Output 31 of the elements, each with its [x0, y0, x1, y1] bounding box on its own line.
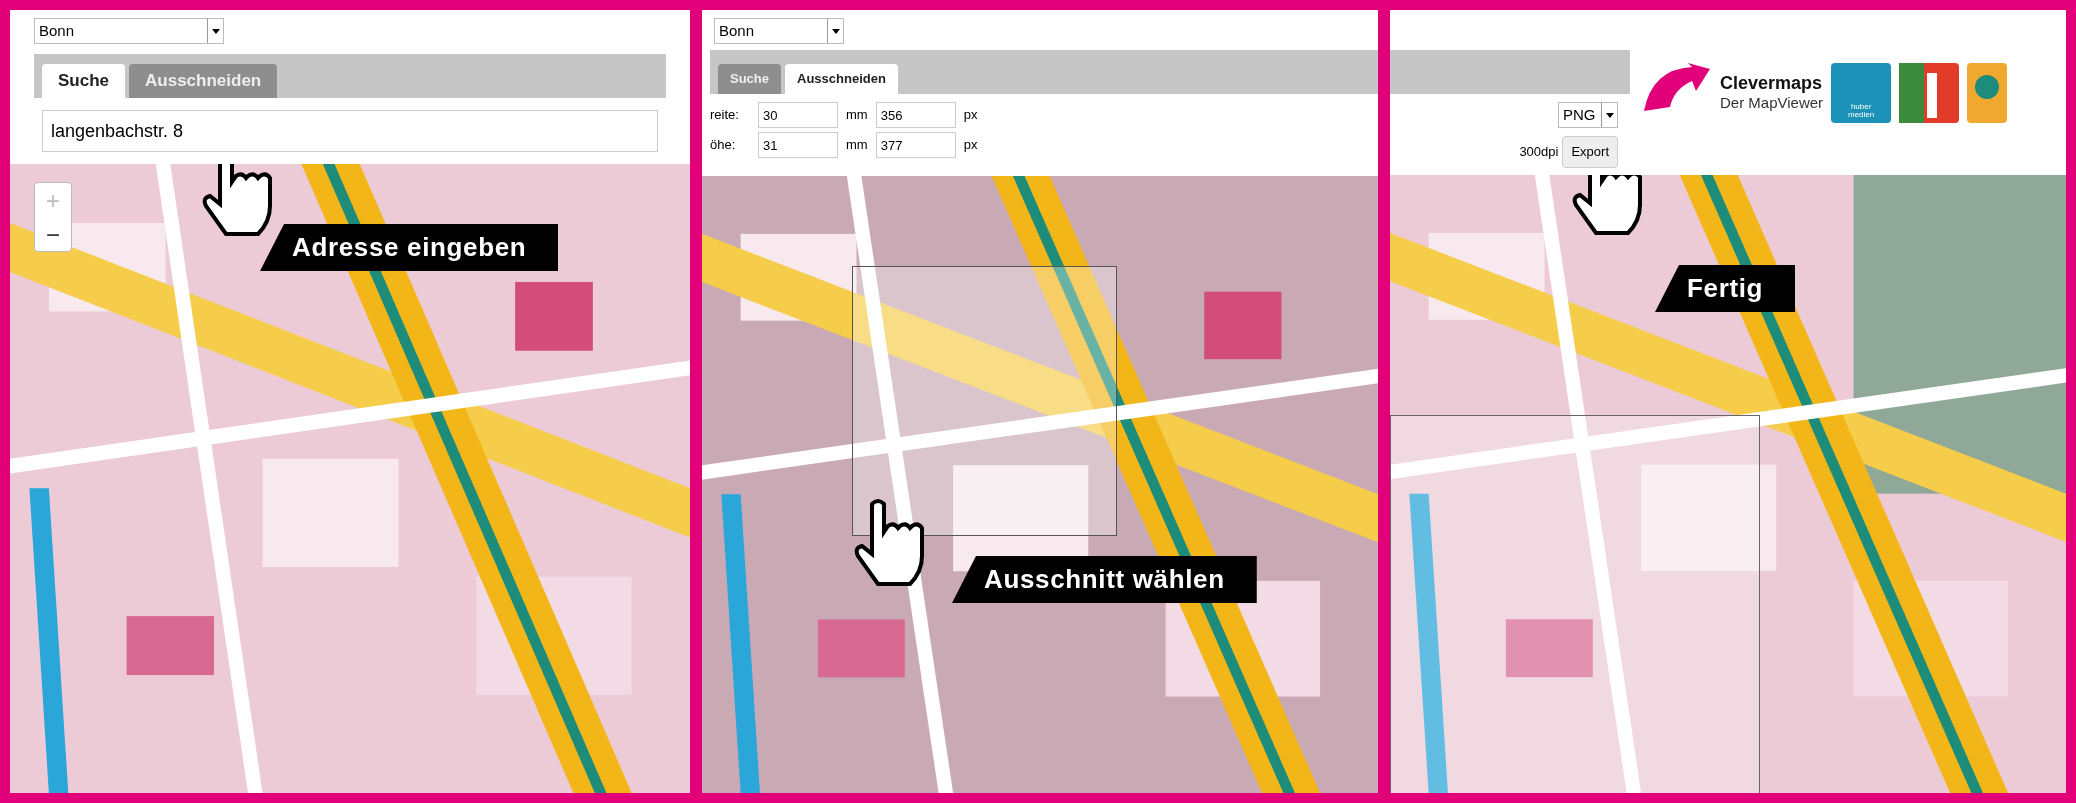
badge-text: huber medien — [1847, 102, 1876, 119]
app-tile-icon — [1899, 62, 1960, 123]
field-label: öhe: — [710, 136, 737, 155]
caret-icon — [207, 19, 223, 43]
mm-field[interactable]: 30 — [758, 102, 838, 128]
mm-field[interactable]: 31 — [758, 132, 838, 158]
zoom-out-button[interactable]: − — [35, 217, 71, 251]
px-field[interactable]: 377 — [875, 132, 956, 158]
logo-title: Clevermaps — [1720, 71, 1824, 95]
unit-label: px — [963, 106, 978, 125]
city-select[interactable]: Bonn — [714, 18, 844, 44]
callout-label: Fertig — [1655, 265, 1796, 312]
search-field[interactable]: langenbachstr. 8 — [42, 110, 658, 152]
export-button[interactable]: Export — [1562, 136, 1618, 168]
unit-label: mm — [846, 106, 868, 125]
unit-label: mm — [846, 136, 868, 155]
map-pin-tile-icon — [1967, 62, 2008, 123]
px-field[interactable]: 356 — [875, 102, 956, 128]
callout-label: Ausschnitt wählen — [952, 556, 1257, 603]
callout-label: Adresse eingeben — [260, 224, 559, 271]
field-label: reite: — [710, 106, 740, 125]
tab[interactable]: Suche — [42, 64, 126, 98]
logo-subtitle: Der MapViewer — [1720, 94, 1824, 114]
tab[interactable]: Ausschneiden — [785, 64, 898, 94]
city-select[interactable]: PNG — [1558, 102, 1618, 128]
unit-label: px — [963, 136, 978, 155]
dpi-label: 300dpi — [1519, 143, 1559, 162]
city-select[interactable]: Bonn — [34, 18, 224, 44]
crop-selection[interactable] — [852, 266, 1117, 536]
caret-icon — [827, 19, 843, 43]
caret-icon — [1601, 103, 1617, 127]
